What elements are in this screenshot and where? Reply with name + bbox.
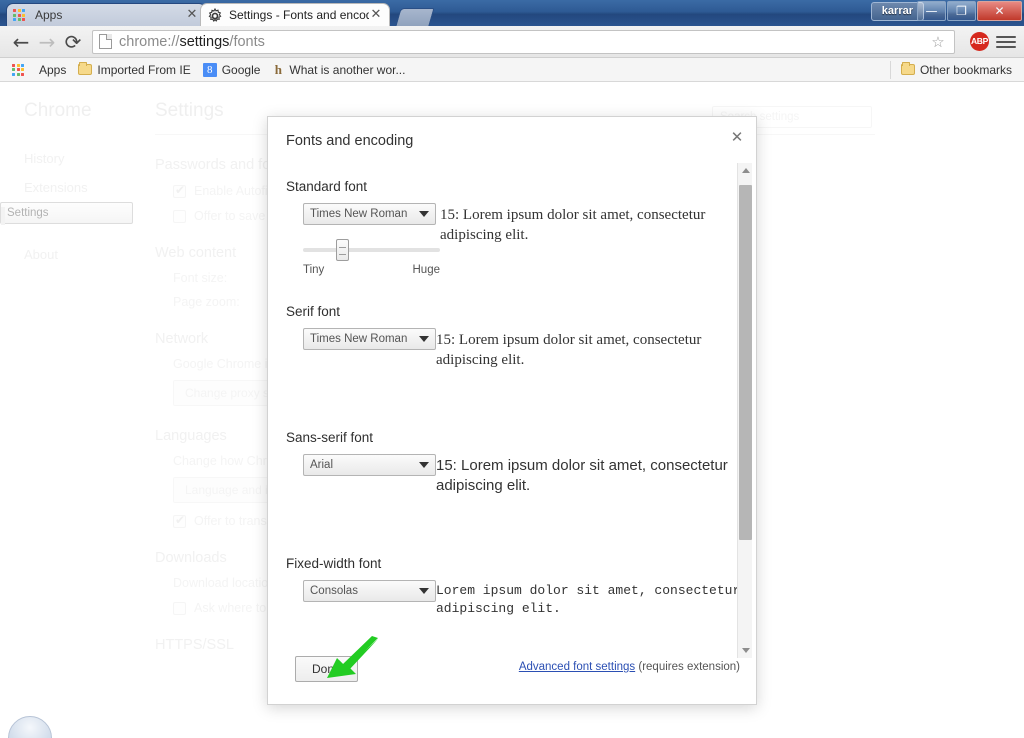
dialog-scrollbar[interactable] bbox=[737, 163, 752, 658]
group-label: Fixed-width font bbox=[286, 556, 382, 571]
apps-grid-icon bbox=[13, 7, 29, 23]
window-title-bar: Apps ✕ Settings - Fonts and encod ✕ karr… bbox=[0, 0, 1024, 26]
minimize-button[interactable]: — bbox=[917, 1, 946, 21]
select-value: Consolas bbox=[310, 585, 358, 597]
bookmark-google[interactable]: 8 Google bbox=[197, 61, 267, 79]
chrome-menu-icon[interactable] bbox=[996, 35, 1016, 48]
gear-icon bbox=[207, 7, 223, 23]
slider-max-label: Huge bbox=[412, 264, 441, 276]
close-icon[interactable]: ✕ bbox=[728, 129, 746, 147]
select-value: Times New Roman bbox=[310, 208, 408, 220]
url-prefix: chrome:// bbox=[119, 33, 180, 50]
group-label: Standard font bbox=[286, 179, 368, 194]
group-standard-font: Standard font Times New Roman Tiny Huge … bbox=[286, 179, 741, 276]
sans-serif-font-sample: 15: Lorem ipsum dolor sit amet, consecte… bbox=[436, 457, 728, 494]
maximize-button[interactable]: ❐ bbox=[947, 1, 976, 21]
google-icon: 8 bbox=[202, 62, 217, 77]
scroll-up-icon[interactable] bbox=[738, 163, 753, 178]
bookmark-what-is-another-word[interactable]: h What is another wor... bbox=[266, 60, 411, 80]
advanced-font-settings-note: Advanced font settings (requires extensi… bbox=[519, 661, 740, 673]
fixed-width-font-sample: Lorem ipsum dolor sit amet, consectetur … bbox=[436, 583, 741, 616]
bookmark-imported-from-ie[interactable]: Imported From IE bbox=[72, 61, 196, 79]
standard-font-select[interactable]: Times New Roman bbox=[303, 203, 436, 225]
new-tab-button[interactable] bbox=[395, 8, 435, 26]
dialog-body: Standard font Times New Roman Tiny Huge … bbox=[268, 163, 758, 658]
advanced-font-settings-link[interactable]: Advanced font settings bbox=[519, 661, 635, 673]
folder-icon bbox=[78, 62, 93, 75]
select-value: Times New Roman bbox=[310, 333, 408, 345]
browser-window: Apps ✕ Settings - Fonts and encod ✕ karr… bbox=[0, 0, 1024, 738]
tab-label: Apps bbox=[35, 8, 63, 22]
bookmarks-bar: Apps Imported From IE 8 Google h What is… bbox=[0, 58, 1024, 82]
dialog-title: Fonts and encoding bbox=[286, 133, 414, 149]
sans-serif-font-select[interactable]: Arial bbox=[303, 454, 436, 476]
page-icon: h bbox=[274, 61, 283, 77]
bookmark-label: Imported From IE bbox=[97, 62, 191, 77]
page-info-icon[interactable] bbox=[99, 34, 112, 49]
url-path: /fonts bbox=[229, 33, 265, 50]
address-bar[interactable]: chrome://settings/fonts ☆ bbox=[92, 29, 955, 54]
tab-apps[interactable]: Apps ✕ bbox=[6, 3, 206, 26]
apps-grid-icon bbox=[12, 62, 28, 78]
chevron-down-icon bbox=[419, 211, 429, 217]
slider-thumb[interactable] bbox=[336, 239, 349, 261]
tab-label: Settings - Fonts and encod bbox=[229, 8, 369, 22]
standard-font-size-slider[interactable] bbox=[303, 237, 440, 263]
reload-button[interactable]: ⟳ bbox=[60, 29, 86, 55]
tab-close-icon[interactable]: ✕ bbox=[369, 8, 383, 22]
bookmark-apps[interactable]: Apps bbox=[6, 60, 72, 80]
select-value: Arial bbox=[310, 459, 334, 471]
group-label: Sans-serif font bbox=[286, 430, 374, 445]
adblock-extension-icon[interactable]: ABP bbox=[970, 32, 989, 51]
group-serif-font: Serif font Times New Roman 15: Lorem ips… bbox=[286, 304, 741, 370]
serif-font-select[interactable]: Times New Roman bbox=[303, 328, 436, 350]
bookmark-label: Apps bbox=[39, 62, 67, 77]
group-fixed-width-font: Fixed-width font Consolas Lorem ipsum do… bbox=[286, 556, 741, 618]
window-controls: — ❐ ✕ bbox=[917, 1, 1022, 21]
bookmark-star-icon[interactable]: ☆ bbox=[928, 33, 948, 51]
group-label: Serif font bbox=[286, 304, 341, 319]
url-host: settings bbox=[179, 33, 230, 50]
browser-toolbar: ← → ⟳ chrome://settings/fonts ☆ ABP bbox=[0, 26, 1024, 58]
standard-font-sample: 15: Lorem ipsum dolor sit amet, consecte… bbox=[440, 207, 706, 243]
chevron-down-icon bbox=[419, 462, 429, 468]
slider-track[interactable] bbox=[303, 248, 440, 252]
group-sans-serif-font: Sans-serif font Arial 15: Lorem ipsum do… bbox=[286, 430, 741, 496]
chevron-down-icon bbox=[419, 588, 429, 594]
scrollbar-thumb[interactable] bbox=[739, 185, 752, 540]
dialog-scroll-content: Standard font Times New Roman Tiny Huge … bbox=[268, 163, 741, 658]
requires-extension-text: (requires extension) bbox=[635, 661, 740, 673]
slider-min-label: Tiny bbox=[303, 264, 325, 276]
chevron-down-icon bbox=[419, 336, 429, 342]
tab-close-icon[interactable]: ✕ bbox=[185, 8, 199, 22]
close-window-button[interactable]: ✕ bbox=[977, 1, 1022, 21]
bookmark-label: Google bbox=[221, 62, 261, 77]
other-bookmarks-button[interactable]: Other bookmarks bbox=[889, 60, 1018, 79]
folder-icon bbox=[900, 62, 915, 75]
address-bar-text: chrome://settings/fonts bbox=[119, 34, 265, 50]
other-bookmarks-label: Other bookmarks bbox=[919, 62, 1012, 77]
tab-settings-fonts[interactable]: Settings - Fonts and encod ✕ bbox=[200, 3, 390, 26]
bookmark-label: What is another wor... bbox=[289, 62, 406, 77]
fonts-and-encoding-dialog: Fonts and encoding ✕ Standard font Times… bbox=[267, 116, 757, 705]
back-button[interactable]: ← bbox=[8, 29, 34, 55]
forward-button[interactable]: → bbox=[34, 29, 60, 55]
serif-font-sample: 15: Lorem ipsum dolor sit amet, consecte… bbox=[436, 332, 702, 368]
fixed-width-font-select[interactable]: Consolas bbox=[303, 580, 436, 602]
annotation-arrow-icon bbox=[325, 636, 383, 684]
